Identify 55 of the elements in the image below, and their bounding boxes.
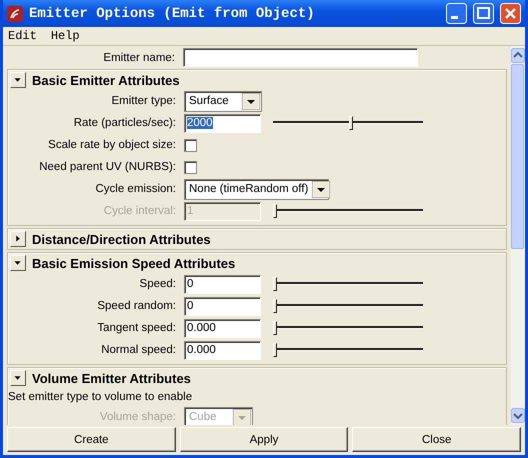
field-label: Speed random: <box>96 300 176 312</box>
scrollbar[interactable] <box>511 46 525 425</box>
checkbox[interactable] <box>184 160 197 174</box>
scroll-up-icon[interactable] <box>511 48 525 63</box>
name-field[interactable] <box>183 48 418 67</box>
minimize-button[interactable] <box>446 3 467 24</box>
checkbox-label: Scale rate by object size: <box>47 139 176 151</box>
dialog-button[interactable]: Apply <box>180 427 348 452</box>
field-label: Speed: <box>138 278 176 290</box>
slider[interactable] <box>273 277 423 291</box>
number-field[interactable]: 0.000 <box>184 340 261 360</box>
slider-thumb[interactable] <box>348 116 353 130</box>
slider[interactable] <box>273 321 423 335</box>
field-label: Emitter type: <box>110 95 176 107</box>
slider-thumb[interactable] <box>273 321 277 335</box>
slider-thumb[interactable] <box>273 343 277 357</box>
slider[interactable] <box>273 116 423 130</box>
number-field[interactable]: 2000 <box>184 114 261 132</box>
dropdown[interactable]: Surface <box>184 90 262 112</box>
checkbox[interactable] <box>184 138 197 152</box>
section-title: Basic Emitter Attributes <box>32 72 180 88</box>
field-label: Cycle interval: <box>102 205 176 217</box>
dropdown[interactable]: None (timeRandom off) <box>184 178 329 200</box>
number-field[interactable]: 0 <box>184 274 261 294</box>
close-button[interactable] <box>500 3 521 24</box>
number-field[interactable]: 0.000 <box>184 318 261 338</box>
dialog-button[interactable]: Close <box>352 427 522 452</box>
field-label: Tangent speed: <box>96 322 176 334</box>
dialog-button[interactable]: Create <box>7 427 176 452</box>
window-title: Emitter Options (Emit from Object) <box>29 6 316 22</box>
field-label: Volume shape: <box>98 411 176 423</box>
slider-thumb[interactable] <box>273 299 277 313</box>
section-title: Basic Emission Speed Attributes <box>32 256 236 270</box>
scroll-thumb[interactable] <box>511 64 524 249</box>
dropdown-arrow-icon <box>233 408 251 425</box>
menu-item[interactable]: Help <box>50 29 80 43</box>
app-icon <box>7 6 23 22</box>
hint-text: Set emitter type to volume to enable <box>8 390 194 405</box>
slider[interactable] <box>273 204 423 218</box>
section-title: Distance/Direction Attributes <box>32 232 211 246</box>
slider[interactable] <box>273 343 423 357</box>
dropdown-arrow-icon <box>242 92 260 110</box>
checkbox-label: Need parent UV (NURBS): <box>38 161 176 173</box>
scroll-down-icon[interactable] <box>511 408 525 423</box>
field-label: Cycle emission: <box>94 183 176 195</box>
maximize-button[interactable] <box>473 3 494 24</box>
slider[interactable] <box>273 299 423 313</box>
field-label: Rate (particles/sec): <box>72 117 176 129</box>
section-title: Volume Emitter Attributes <box>32 370 191 386</box>
menu-item[interactable]: Edit <box>8 29 37 43</box>
field-label: Normal speed: <box>100 344 176 356</box>
number-field[interactable]: 0 <box>184 296 261 316</box>
slider-thumb[interactable] <box>273 277 277 291</box>
dropdown-arrow-icon <box>312 180 330 198</box>
field-label: Emitter name: <box>102 52 175 64</box>
